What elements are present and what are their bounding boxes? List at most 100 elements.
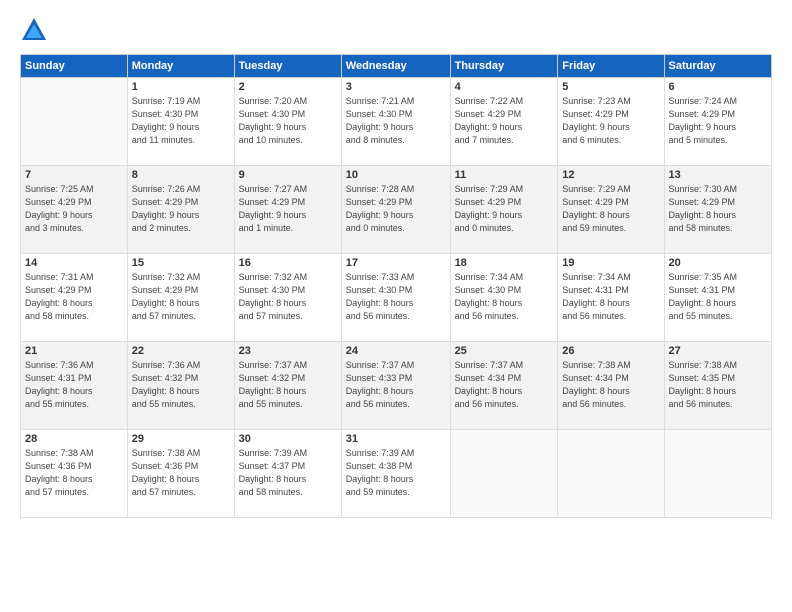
page: SundayMondayTuesdayWednesdayThursdayFrid… [0,0,792,612]
day-info: Sunrise: 7:37 AMSunset: 4:34 PMDaylight:… [455,359,554,411]
day-info: Sunrise: 7:38 AMSunset: 4:36 PMDaylight:… [25,447,123,499]
calendar-cell: 22 Sunrise: 7:36 AMSunset: 4:32 PMDayligh… [127,342,234,430]
day-number: 15 [132,257,230,269]
calendar-cell: 28 Sunrise: 7:38 AMSunset: 4:36 PMDayligh… [21,430,128,518]
day-info: Sunrise: 7:30 AMSunset: 4:29 PMDaylight:… [669,183,767,235]
day-number: 19 [562,257,659,269]
calendar-week-row: 28 Sunrise: 7:38 AMSunset: 4:36 PMDayligh… [21,430,772,518]
logo [20,16,52,44]
day-number: 27 [669,345,767,357]
day-number: 21 [25,345,123,357]
calendar-cell: 9Sunrise: 7:27 AMSunset: 4:29 PMDaylight… [234,166,341,254]
day-info: Sunrise: 7:32 AMSunset: 4:29 PMDaylight:… [132,271,230,323]
calendar-cell: 5Sunrise: 7:23 AMSunset: 4:29 PMDaylight… [558,78,664,166]
calendar-cell [21,78,128,166]
calendar-cell: 26Sunrise: 7:38 AMSunset: 4:34 PMDayligh… [558,342,664,430]
day-number: 31 [346,433,446,445]
day-info: Sunrise: 7:29 AMSunset: 4:29 PMDaylight:… [455,183,554,235]
day-info: Sunrise: 7:22 AMSunset: 4:29 PMDaylight:… [455,95,554,147]
day-info: Sunrise: 7:39 AMSunset: 4:37 PMDaylight:… [239,447,337,499]
col-header-sunday: Sunday [21,55,128,78]
day-info: Sunrise: 7:38 AMSunset: 4:34 PMDaylight:… [562,359,659,411]
logo-icon [20,16,48,44]
day-number: 5 [562,81,659,93]
day-info: Sunrise: 7:33 AMSunset: 4:30 PMDaylight:… [346,271,446,323]
day-number: 23 [239,345,337,357]
calendar-cell: 23 Sunrise: 7:37 AMSunset: 4:32 PMDayligh… [234,342,341,430]
calendar-cell: 14Sunrise: 7:31 AMSunset: 4:29 PMDayligh… [21,254,128,342]
calendar-cell: 16 Sunrise: 7:32 AMSunset: 4:30 PMDayligh… [234,254,341,342]
day-info: Sunrise: 7:39 AMSunset: 4:38 PMDaylight:… [346,447,446,499]
calendar-cell: 3 Sunrise: 7:21 AMSunset: 4:30 PMDaylight… [341,78,450,166]
day-info: Sunrise: 7:34 AMSunset: 4:30 PMDaylight:… [455,271,554,323]
calendar-cell: 27 Sunrise: 7:38 AMSunset: 4:35 PMDayligh… [664,342,771,430]
calendar-week-row: 1Sunrise: 7:19 AMSunset: 4:30 PMDaylight… [21,78,772,166]
day-info: Sunrise: 7:38 AMSunset: 4:35 PMDaylight:… [669,359,767,411]
day-number: 8 [132,169,230,181]
day-number: 9 [239,169,337,181]
calendar-week-row: 7 Sunrise: 7:25 AMSunset: 4:29 PMDaylight… [21,166,772,254]
calendar-cell: 20 Sunrise: 7:35 AMSunset: 4:31 PMDayligh… [664,254,771,342]
day-number: 13 [669,169,767,181]
day-number: 17 [346,257,446,269]
calendar-cell: 15 Sunrise: 7:32 AMSunset: 4:29 PMDayligh… [127,254,234,342]
day-number: 28 [25,433,123,445]
calendar-cell: 2 Sunrise: 7:20 AMSunset: 4:30 PMDaylight… [234,78,341,166]
day-number: 29 [132,433,230,445]
day-info: Sunrise: 7:38 AMSunset: 4:36 PMDaylight:… [132,447,230,499]
day-info: Sunrise: 7:24 AMSunset: 4:29 PMDaylight:… [669,95,767,147]
day-number: 25 [455,345,554,357]
calendar-cell: 8 Sunrise: 7:26 AMSunset: 4:29 PMDaylight… [127,166,234,254]
day-number: 4 [455,81,554,93]
day-info: Sunrise: 7:26 AMSunset: 4:29 PMDaylight:… [132,183,230,235]
day-info: Sunrise: 7:29 AMSunset: 4:29 PMDaylight:… [562,183,659,235]
day-info: Sunrise: 7:37 AMSunset: 4:33 PMDaylight:… [346,359,446,411]
day-number: 22 [132,345,230,357]
day-info: Sunrise: 7:21 AMSunset: 4:30 PMDaylight:… [346,95,446,147]
col-header-thursday: Thursday [450,55,558,78]
calendar-cell: 18Sunrise: 7:34 AMSunset: 4:30 PMDayligh… [450,254,558,342]
day-info: Sunrise: 7:36 AMSunset: 4:31 PMDaylight:… [25,359,123,411]
calendar-week-row: 14Sunrise: 7:31 AMSunset: 4:29 PMDayligh… [21,254,772,342]
col-header-friday: Friday [558,55,664,78]
day-number: 30 [239,433,337,445]
calendar-cell: 19Sunrise: 7:34 AMSunset: 4:31 PMDayligh… [558,254,664,342]
header [20,16,772,44]
calendar-cell: 1Sunrise: 7:19 AMSunset: 4:30 PMDaylight… [127,78,234,166]
day-number: 16 [239,257,337,269]
col-header-monday: Monday [127,55,234,78]
day-info: Sunrise: 7:37 AMSunset: 4:32 PMDaylight:… [239,359,337,411]
calendar-table: SundayMondayTuesdayWednesdayThursdayFrid… [20,54,772,518]
day-number: 3 [346,81,446,93]
calendar-cell [450,430,558,518]
calendar-cell [664,430,771,518]
day-number: 20 [669,257,767,269]
day-info: Sunrise: 7:32 AMSunset: 4:30 PMDaylight:… [239,271,337,323]
calendar-cell: 6 Sunrise: 7:24 AMSunset: 4:29 PMDaylight… [664,78,771,166]
col-header-wednesday: Wednesday [341,55,450,78]
calendar-cell: 10Sunrise: 7:28 AMSunset: 4:29 PMDayligh… [341,166,450,254]
calendar-week-row: 21 Sunrise: 7:36 AMSunset: 4:31 PMDayligh… [21,342,772,430]
day-info: Sunrise: 7:20 AMSunset: 4:30 PMDaylight:… [239,95,337,147]
calendar-cell: 25 Sunrise: 7:37 AMSunset: 4:34 PMDayligh… [450,342,558,430]
calendar-cell: 7 Sunrise: 7:25 AMSunset: 4:29 PMDaylight… [21,166,128,254]
day-number: 2 [239,81,337,93]
day-info: Sunrise: 7:19 AMSunset: 4:30 PMDaylight:… [132,95,230,147]
calendar-cell: 21 Sunrise: 7:36 AMSunset: 4:31 PMDayligh… [21,342,128,430]
day-info: Sunrise: 7:35 AMSunset: 4:31 PMDaylight:… [669,271,767,323]
day-number: 7 [25,169,123,181]
calendar-cell: 11Sunrise: 7:29 AMSunset: 4:29 PMDayligh… [450,166,558,254]
day-info: Sunrise: 7:25 AMSunset: 4:29 PMDaylight:… [25,183,123,235]
calendar-cell: 4 Sunrise: 7:22 AMSunset: 4:29 PMDaylight… [450,78,558,166]
day-info: Sunrise: 7:36 AMSunset: 4:32 PMDaylight:… [132,359,230,411]
calendar-cell: 17 Sunrise: 7:33 AMSunset: 4:30 PMDayligh… [341,254,450,342]
col-header-saturday: Saturday [664,55,771,78]
col-header-tuesday: Tuesday [234,55,341,78]
calendar-cell: 13 Sunrise: 7:30 AMSunset: 4:29 PMDayligh… [664,166,771,254]
calendar-cell: 31 Sunrise: 7:39 AMSunset: 4:38 PMDayligh… [341,430,450,518]
calendar-cell: 30 Sunrise: 7:39 AMSunset: 4:37 PMDayligh… [234,430,341,518]
day-number: 6 [669,81,767,93]
day-number: 14 [25,257,123,269]
calendar-cell [558,430,664,518]
calendar-cell: 12Sunrise: 7:29 AMSunset: 4:29 PMDayligh… [558,166,664,254]
